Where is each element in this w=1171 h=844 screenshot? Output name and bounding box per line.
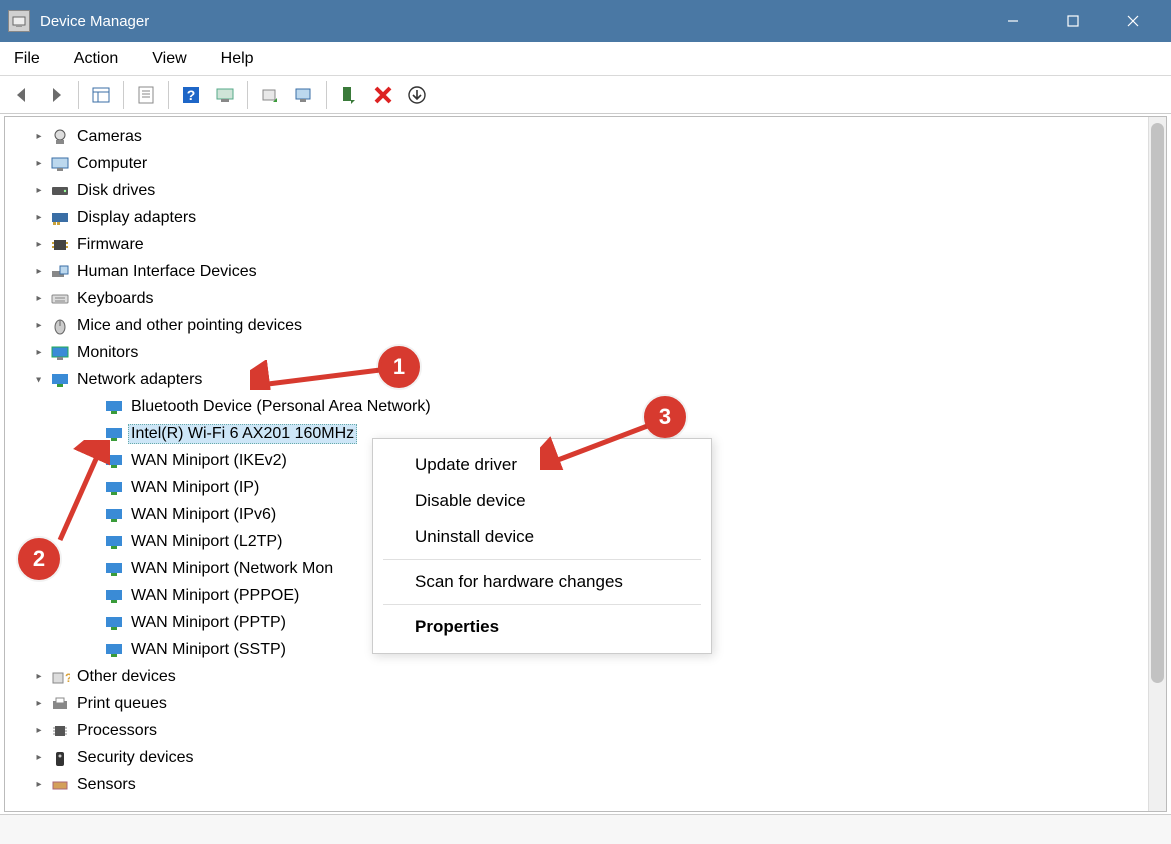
ctx-uninstall-device[interactable]: Uninstall device [373, 519, 711, 555]
expander-icon[interactable]: ▸ [31, 750, 47, 766]
tree-node-other-devices[interactable]: ▸?Other devices [5, 663, 1148, 690]
expander-icon[interactable]: ▸ [31, 129, 47, 145]
network-adapter-icon [103, 613, 125, 633]
camera-icon [49, 127, 71, 147]
network-adapter-icon [103, 586, 125, 606]
ctx-scan-hardware[interactable]: Scan for hardware changes [373, 564, 711, 600]
back-button[interactable] [6, 80, 38, 110]
printer-icon [49, 694, 71, 714]
tree-node-sensors[interactable]: ▸Sensors [5, 771, 1148, 798]
expander-icon[interactable]: ▸ [31, 291, 47, 307]
scroll-thumb[interactable] [1151, 123, 1164, 683]
forward-button[interactable] [40, 80, 72, 110]
tree-node-security-devices[interactable]: ▸Security devices [5, 744, 1148, 771]
maximize-button[interactable] [1043, 0, 1103, 42]
tree-node-disk-drives[interactable]: ▸Disk drives [5, 177, 1148, 204]
app-icon [8, 10, 30, 32]
scrollbar[interactable] [1148, 117, 1166, 811]
network-adapter-icon [103, 478, 125, 498]
network-adapter-icon [103, 451, 125, 471]
expander-icon[interactable]: ▸ [31, 237, 47, 253]
processor-icon [49, 721, 71, 741]
close-button[interactable] [1103, 0, 1163, 42]
network-adapter-icon [103, 559, 125, 579]
tree-node-print-queues[interactable]: ▸Print queues [5, 690, 1148, 717]
other-devices-icon: ? [49, 667, 71, 687]
expander-icon[interactable]: ▸ [31, 696, 47, 712]
scan-hardware-button[interactable] [209, 80, 241, 110]
tree-node-network-adapters[interactable]: ▸Network adapters [5, 366, 1148, 393]
tree-node-cameras[interactable]: ▸Cameras [5, 123, 1148, 150]
tree-node-hid[interactable]: ▸Human Interface Devices [5, 258, 1148, 285]
network-adapter-icon [103, 424, 125, 444]
hid-icon [49, 262, 71, 282]
update-driver-button[interactable] [254, 80, 286, 110]
mouse-icon [49, 316, 71, 336]
show-hide-tree-button[interactable] [85, 80, 117, 110]
titlebar: Device Manager [0, 0, 1171, 42]
tree-node-processors[interactable]: ▸Processors [5, 717, 1148, 744]
sensor-icon [49, 775, 71, 795]
ctx-update-driver[interactable]: Update driver [373, 447, 711, 483]
minimize-button[interactable] [983, 0, 1043, 42]
help-button[interactable]: ? [175, 80, 207, 110]
network-adapter-icon [103, 397, 125, 417]
expander-icon[interactable]: ▸ [31, 723, 47, 739]
firmware-icon [49, 235, 71, 255]
context-menu: Update driver Disable device Uninstall d… [372, 438, 712, 654]
ctx-separator [383, 604, 701, 605]
properties-button[interactable] [130, 80, 162, 110]
network-adapter-icon [103, 505, 125, 525]
tree-node-monitors[interactable]: ▸Monitors [5, 339, 1148, 366]
expander-icon[interactable]: ▸ [31, 345, 47, 361]
expander-icon[interactable]: ▸ [31, 318, 47, 334]
network-adapter-icon [103, 640, 125, 660]
network-adapter-icon [103, 532, 125, 552]
tree-node-keyboards[interactable]: ▸Keyboards [5, 285, 1148, 312]
security-icon [49, 748, 71, 768]
toolbar: ? [0, 76, 1171, 114]
expander-icon[interactable]: ▸ [31, 669, 47, 685]
tree-node-bluetooth-pan[interactable]: Bluetooth Device (Personal Area Network) [5, 393, 1148, 420]
monitor-icon [49, 343, 71, 363]
display-adapter-icon [49, 208, 71, 228]
annotation-badge-2: 2 [18, 538, 60, 580]
window-title: Device Manager [40, 13, 983, 30]
svg-text:?: ? [187, 87, 196, 103]
tree-node-mice[interactable]: ▸Mice and other pointing devices [5, 312, 1148, 339]
down-arrow-button[interactable] [401, 80, 433, 110]
tree-node-computer[interactable]: ▸Computer [5, 150, 1148, 177]
annotation-badge-1: 1 [378, 346, 420, 388]
expander-icon[interactable]: ▸ [31, 183, 47, 199]
ctx-disable-device[interactable]: Disable device [373, 483, 711, 519]
network-adapter-icon [49, 370, 71, 390]
menu-view[interactable]: View [146, 46, 192, 72]
enable-button[interactable] [333, 80, 365, 110]
svg-text:?: ? [65, 671, 70, 685]
expander-icon[interactable]: ▸ [31, 372, 47, 388]
expander-icon[interactable]: ▸ [31, 264, 47, 280]
tree-node-firmware[interactable]: ▸Firmware [5, 231, 1148, 258]
computer-icon [49, 154, 71, 174]
disk-icon [49, 181, 71, 201]
expander-icon[interactable]: ▸ [31, 777, 47, 793]
ctx-properties[interactable]: Properties [373, 609, 711, 645]
expander-icon[interactable]: ▸ [31, 156, 47, 172]
tree-node-display-adapters[interactable]: ▸Display adapters [5, 204, 1148, 231]
ctx-separator [383, 559, 701, 560]
menu-file[interactable]: File [8, 46, 46, 72]
statusbar [0, 814, 1171, 844]
uninstall-button[interactable] [288, 80, 320, 110]
keyboard-icon [49, 289, 71, 309]
menubar: File Action View Help [0, 42, 1171, 76]
expander-icon[interactable]: ▸ [31, 210, 47, 226]
annotation-badge-3: 3 [644, 396, 686, 438]
menu-help[interactable]: Help [215, 46, 260, 72]
menu-action[interactable]: Action [68, 46, 124, 72]
disable-button[interactable] [367, 80, 399, 110]
